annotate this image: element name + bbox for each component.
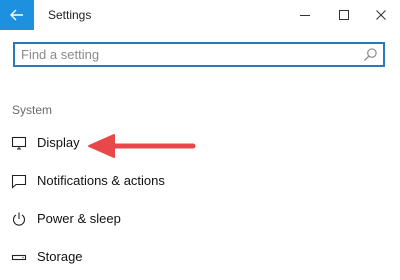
nav-item-notifications[interactable]: Notifications & actions: [0, 164, 240, 198]
arrow-left-icon: [10, 9, 23, 21]
monitor-icon: [11, 136, 27, 150]
close-button[interactable]: [365, 0, 397, 30]
minimize-button[interactable]: [289, 0, 321, 30]
section-heading-system: System: [12, 103, 53, 117]
nav-item-label: Display: [37, 135, 80, 150]
annotation-arrow: [88, 134, 196, 158]
storage-icon: [11, 254, 27, 261]
power-icon: [12, 212, 26, 226]
title-bar: Settings: [0, 0, 400, 30]
back-button[interactable]: [0, 0, 34, 30]
close-icon: [376, 10, 386, 20]
search-icon[interactable]: [363, 47, 378, 62]
nav-item-power-sleep[interactable]: Power & sleep: [0, 202, 240, 236]
nav-item-storage[interactable]: Storage: [0, 240, 240, 274]
minimize-icon: [300, 15, 310, 16]
maximize-button[interactable]: [328, 0, 360, 30]
search-box[interactable]: [13, 42, 385, 67]
nav-item-label: Power & sleep: [37, 211, 121, 226]
window-title: Settings: [48, 8, 92, 22]
maximize-icon: [339, 10, 349, 20]
notification-icon: [11, 174, 27, 189]
nav-item-label: Notifications & actions: [37, 173, 165, 188]
search-input[interactable]: [15, 44, 361, 65]
nav-item-label: Storage: [37, 249, 83, 264]
